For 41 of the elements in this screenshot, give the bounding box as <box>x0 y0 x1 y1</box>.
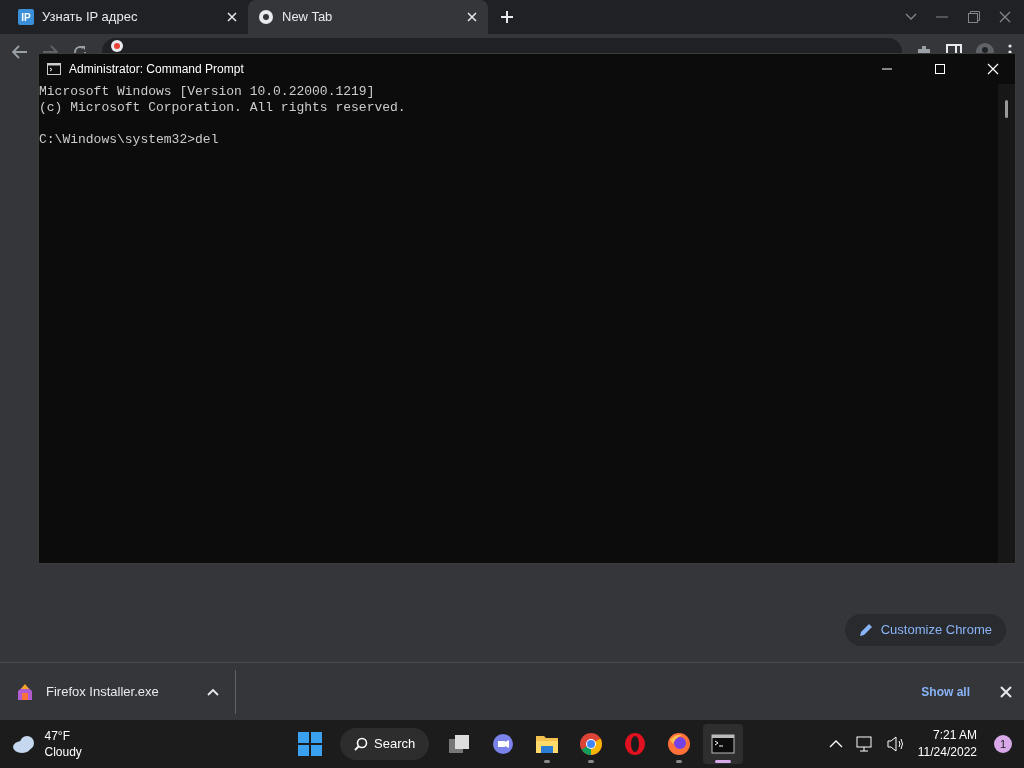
clock[interactable]: 7:21 AM 11/24/2022 <box>917 727 977 761</box>
search-button[interactable]: Search <box>340 728 430 760</box>
site-icon: IP <box>18 9 34 25</box>
network-icon[interactable] <box>855 736 874 752</box>
volume-icon[interactable] <box>886 736 905 752</box>
console-line: C:\Windows\system32>del <box>39 132 220 148</box>
console-line: Microsoft Windows [Version 10.0.22000.1219] <box>39 84 376 100</box>
search-icon <box>354 737 368 751</box>
windows-icon <box>298 732 322 756</box>
download-item[interactable]: Firefox Installer.exe <box>0 669 236 714</box>
console-line: (c) Microsoft Corporation. All rights reserved. <box>39 100 407 116</box>
chrome-icon <box>579 732 604 756</box>
google-icon <box>111 40 123 52</box>
terminal-icon <box>711 732 736 756</box>
back-icon[interactable] <box>12 45 28 59</box>
maximize-icon <box>934 64 945 74</box>
browser-tab[interactable]: New Tab <box>248 0 488 34</box>
console-icon <box>47 63 61 75</box>
taskbar-app[interactable] <box>703 724 744 764</box>
installer-icon <box>16 682 34 701</box>
window-title: Administrator: Command Prompt <box>69 61 245 78</box>
browser-tab[interactable]: IP Узнать IP адрес <box>8 0 248 34</box>
scrollbar-thumb[interactable] <box>1005 100 1008 118</box>
chrome-icon <box>258 9 274 25</box>
task-view-icon <box>447 732 472 756</box>
chevron-down-icon[interactable] <box>904 13 917 21</box>
file-name: Firefox Installer.exe <box>46 682 160 701</box>
restore-icon[interactable] <box>967 11 980 23</box>
show-all-link[interactable]: Show all <box>921 682 970 701</box>
opera-icon <box>623 732 648 756</box>
firefox-icon <box>667 732 692 756</box>
minimize-icon <box>881 68 892 70</box>
new-tab-icon[interactable] <box>500 10 514 24</box>
chevron-up-icon[interactable] <box>207 687 219 696</box>
chat-icon <box>491 732 516 756</box>
pencil-icon <box>858 623 873 637</box>
weather-condition: Cloudy <box>44 744 82 760</box>
notification-badge[interactable]: 1 <box>994 735 1012 753</box>
close-icon <box>986 63 999 75</box>
temperature: 47°F <box>44 728 71 744</box>
customize-chrome-button[interactable]: Customize Chrome <box>844 614 1006 646</box>
